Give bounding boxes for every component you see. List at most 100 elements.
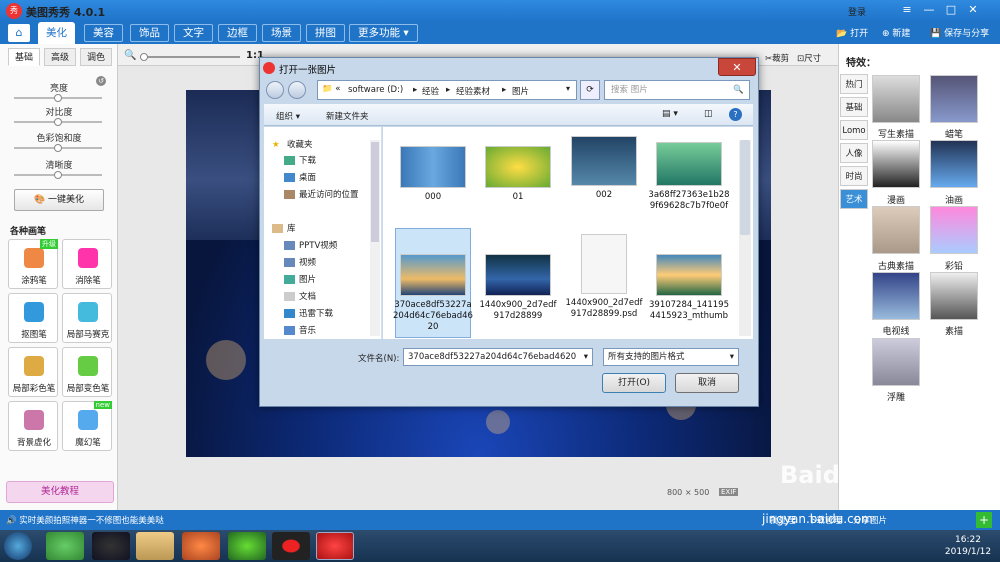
tab-beautify[interactable]: 美化: [38, 22, 75, 44]
nav-pictures[interactable]: 图片: [284, 273, 316, 285]
forward-icon[interactable]: [288, 81, 306, 99]
nav-thunder[interactable]: 迅雷下载: [284, 307, 333, 319]
file-item[interactable]: 000: [392, 146, 474, 203]
tool-doodle-pen[interactable]: 涂鸦笔 升级: [8, 239, 58, 289]
breadcrumb-jingyan[interactable]: 经验: [422, 85, 439, 97]
nav-videos[interactable]: 视频: [284, 256, 316, 268]
nav-recent[interactable]: 最近访问的位置: [284, 188, 359, 200]
fx-tab-fashion[interactable]: 时尚: [840, 166, 868, 186]
brightness-slider[interactable]: [14, 94, 102, 102]
tab-advanced[interactable]: 高级: [44, 48, 76, 66]
resize-button[interactable]: ⊡尺寸: [797, 52, 821, 64]
refresh-icon[interactable]: ⟳: [580, 80, 600, 100]
preview-pane-icon[interactable]: ◫: [704, 109, 713, 119]
nav-pptv[interactable]: PPTV视频: [284, 239, 337, 251]
file-item[interactable]: 1440x900_2d7edf917d28899: [477, 254, 559, 322]
filename-input[interactable]: 370ace8df53227a204d64c76ebad4620 ▾: [403, 348, 593, 366]
open-button[interactable]: 📂 打开: [836, 26, 868, 39]
cancel-button[interactable]: 取消: [675, 373, 739, 393]
sharpness-slider[interactable]: [14, 171, 102, 179]
tool-eraser-pen[interactable]: 消除笔: [62, 239, 112, 289]
fx-color-pencil-thumb[interactable]: [930, 206, 978, 254]
login-link[interactable]: 登录: [848, 5, 866, 18]
fx-pencil-sketch-thumb[interactable]: [930, 272, 978, 320]
chevron-down-icon[interactable]: ▾: [584, 349, 588, 365]
search-input[interactable]: 搜索 图片 🔍: [604, 80, 750, 100]
fx-tab-lomo[interactable]: Lomo: [840, 120, 868, 140]
breadcrumb-images[interactable]: 图片: [512, 85, 529, 97]
tool-cutout-pen[interactable]: 抠图笔: [8, 293, 58, 343]
breadcrumb-drive[interactable]: software (D:): [348, 85, 403, 95]
nav-desktop[interactable]: 桌面: [284, 171, 316, 183]
fx-tab-portrait[interactable]: 人像: [840, 143, 868, 163]
file-item[interactable]: 3a68ff27363e1b289f69628c7b7f0e0f: [648, 142, 730, 212]
tool-local-color-pen[interactable]: 局部彩色笔: [8, 347, 58, 397]
fx-tv-line-thumb[interactable]: [872, 272, 920, 320]
nav-scrollbar[interactable]: [370, 140, 380, 336]
windows-logo-icon[interactable]: [4, 532, 32, 560]
taskbar-qq-icon[interactable]: [92, 532, 130, 560]
dialog-close-button[interactable]: ✕: [718, 58, 756, 76]
chevron-down-icon[interactable]: ▾: [566, 84, 570, 93]
close-icon[interactable]: ✕: [964, 2, 982, 18]
tab-accessories[interactable]: 饰品: [130, 24, 169, 42]
breadcrumb-material[interactable]: 经验素材: [456, 85, 490, 97]
fx-sketch-thumb[interactable]: [872, 75, 920, 123]
contrast-slider[interactable]: [14, 118, 102, 126]
tutorial-button[interactable]: 美化教程: [6, 481, 114, 503]
tab-basic[interactable]: 基础: [8, 48, 40, 66]
taskbar-firefox-icon[interactable]: [182, 532, 220, 560]
nav-favorites[interactable]: ★ 收藏夹: [272, 138, 313, 150]
fx-tab-art[interactable]: 艺术: [840, 189, 868, 209]
save-share-button[interactable]: 💾 保存与分享: [930, 26, 989, 39]
zoom-out-icon[interactable]: 🔍: [124, 50, 136, 61]
add-icon[interactable]: +: [976, 512, 992, 528]
file-item-selected[interactable]: 370ace8df53227a204d64c76ebad4620: [392, 254, 474, 333]
zoom-slider[interactable]: [140, 53, 240, 61]
nav-documents[interactable]: 文档: [284, 290, 316, 302]
file-item[interactable]: 1440x900_2d7edf917d28899.psd: [563, 234, 645, 320]
auto-beautify-button[interactable]: 🎨 一键美化: [14, 189, 104, 211]
taskbar-recorder-icon[interactable]: [272, 532, 310, 560]
tab-collage[interactable]: 拼图: [306, 24, 345, 42]
open-file-button[interactable]: 打开(O): [602, 373, 666, 393]
menu-icon[interactable]: ≡: [898, 2, 916, 18]
organize-button[interactable]: 组织 ▾: [276, 110, 300, 122]
fx-oil-thumb[interactable]: [930, 140, 978, 188]
new-button[interactable]: ⊕ 新建: [882, 26, 910, 39]
tool-background-blur[interactable]: 背景虚化: [8, 401, 58, 451]
tab-more[interactable]: 更多功能 ▾: [349, 24, 418, 42]
file-item[interactable]: 002: [563, 136, 645, 201]
taskbar-meitu-icon[interactable]: [316, 532, 354, 560]
back-icon[interactable]: [266, 81, 284, 99]
nav-downloads[interactable]: 下载: [284, 154, 316, 166]
saturation-slider[interactable]: [14, 144, 102, 152]
taskbar-video-icon[interactable]: [228, 532, 266, 560]
file-item[interactable]: 01: [477, 146, 559, 203]
crop-button[interactable]: ✂裁剪: [765, 52, 789, 64]
minimize-icon[interactable]: —: [920, 2, 938, 18]
file-list-scrollbar[interactable]: [739, 140, 751, 336]
tab-border[interactable]: 边框: [218, 24, 257, 42]
fx-comic-thumb[interactable]: [872, 140, 920, 188]
fx-tab-basic[interactable]: 基础: [840, 97, 868, 117]
file-item[interactable]: 39107284_1411954415923_mthumb: [648, 254, 730, 322]
filetype-select[interactable]: 所有支持的图片格式 ▾: [603, 348, 739, 366]
fx-emboss-thumb[interactable]: [872, 338, 920, 386]
tab-beauty[interactable]: 美容: [84, 24, 123, 42]
tool-magic-pen[interactable]: 魔幻笔 new: [62, 401, 112, 451]
taskbar-explorer-icon[interactable]: [136, 532, 174, 560]
taskbar-clock[interactable]: 16:22 2019/1/12: [940, 534, 996, 558]
home-icon[interactable]: ⌂: [8, 24, 30, 42]
address-bar[interactable]: 📁 « software (D:) ▸ 经验 ▸ 经验素材 ▸ 图片 ▾: [317, 80, 577, 100]
view-options-icon[interactable]: ▤ ▾: [662, 109, 678, 119]
help-icon[interactable]: ?: [729, 108, 742, 121]
fx-tab-hot[interactable]: 热门: [840, 74, 868, 94]
nav-music[interactable]: 音乐: [284, 324, 316, 336]
fx-classic-sketch-thumb[interactable]: [872, 206, 920, 254]
nav-library[interactable]: 库: [272, 222, 296, 234]
exif-badge[interactable]: EXIF: [719, 488, 739, 496]
tool-local-recolor-pen[interactable]: 局部变色笔: [62, 347, 112, 397]
tool-local-mosaic[interactable]: 局部马赛克: [62, 293, 112, 343]
new-folder-button[interactable]: 新建文件夹: [326, 110, 369, 122]
